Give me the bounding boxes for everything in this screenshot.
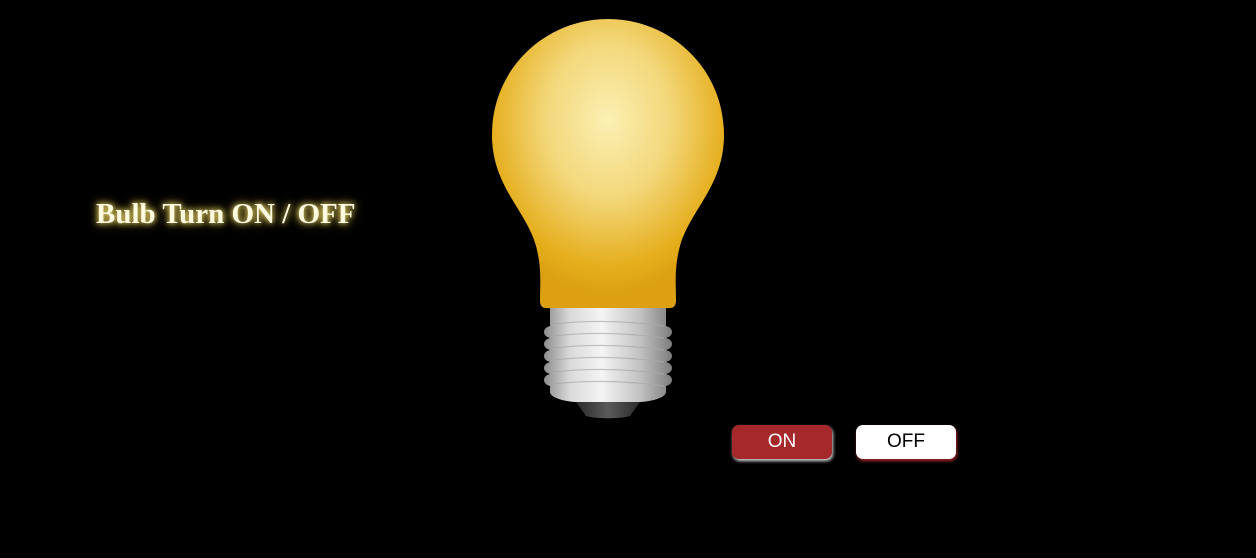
off-button[interactable]: OFF [856,425,956,459]
lightbulb-icon [492,19,724,419]
page: Bulb Turn ON / OFF ON OFF [0,0,1256,558]
on-button[interactable]: ON [732,425,832,459]
page-title: Bulb Turn ON / OFF [96,198,356,230]
bulb-tip [576,402,640,419]
bulb-glass [492,19,724,309]
